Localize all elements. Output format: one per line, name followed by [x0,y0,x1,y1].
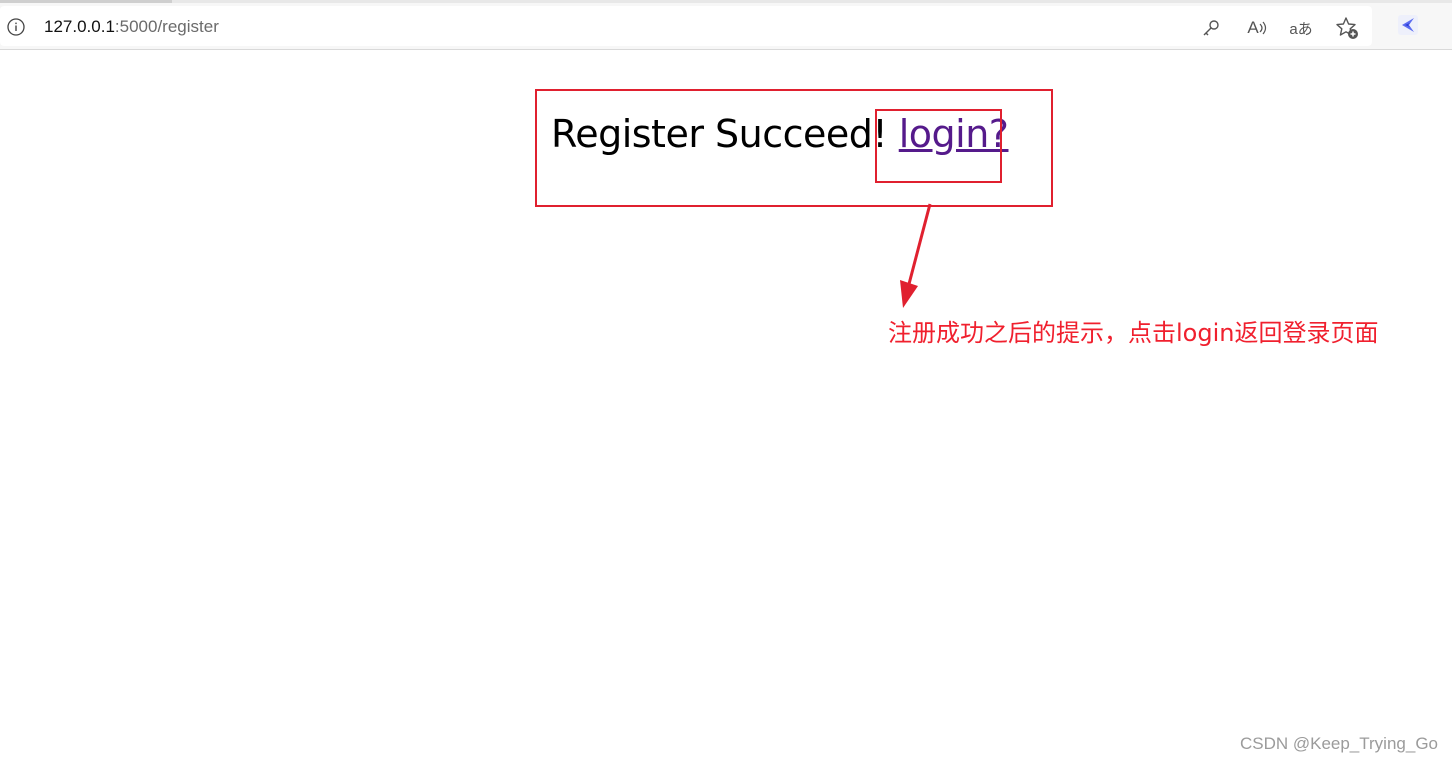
annotation-arrow [900,203,932,308]
translate-glyph: aあ [1289,20,1313,38]
read-aloud-glyph: A [1247,18,1259,37]
read-aloud-icon[interactable]: A [1245,16,1269,40]
url-text[interactable]: 127.0.0.1:5000/register [44,17,219,37]
annotation-text: 注册成功之后的提示，点击login返回登录页面 [888,319,1379,347]
extensions-area [1372,3,1452,49]
add-favorite-icon[interactable] [1335,16,1359,40]
extension-icon[interactable] [1396,13,1420,37]
watermark: CSDN @Keep_Trying_Go [1239,734,1438,753]
info-icon[interactable] [7,18,25,36]
url-host: 127.0.0.1 [44,17,115,36]
annotation-login-box [875,109,1002,183]
address-bar: 127.0.0.1:5000/register A aあ [0,3,1452,50]
translate-icon[interactable]: aあ [1289,16,1313,40]
url-field[interactable]: 127.0.0.1:5000/register A aあ [0,6,1372,46]
url-path: :5000/register [114,17,219,36]
key-icon[interactable] [1199,16,1223,40]
